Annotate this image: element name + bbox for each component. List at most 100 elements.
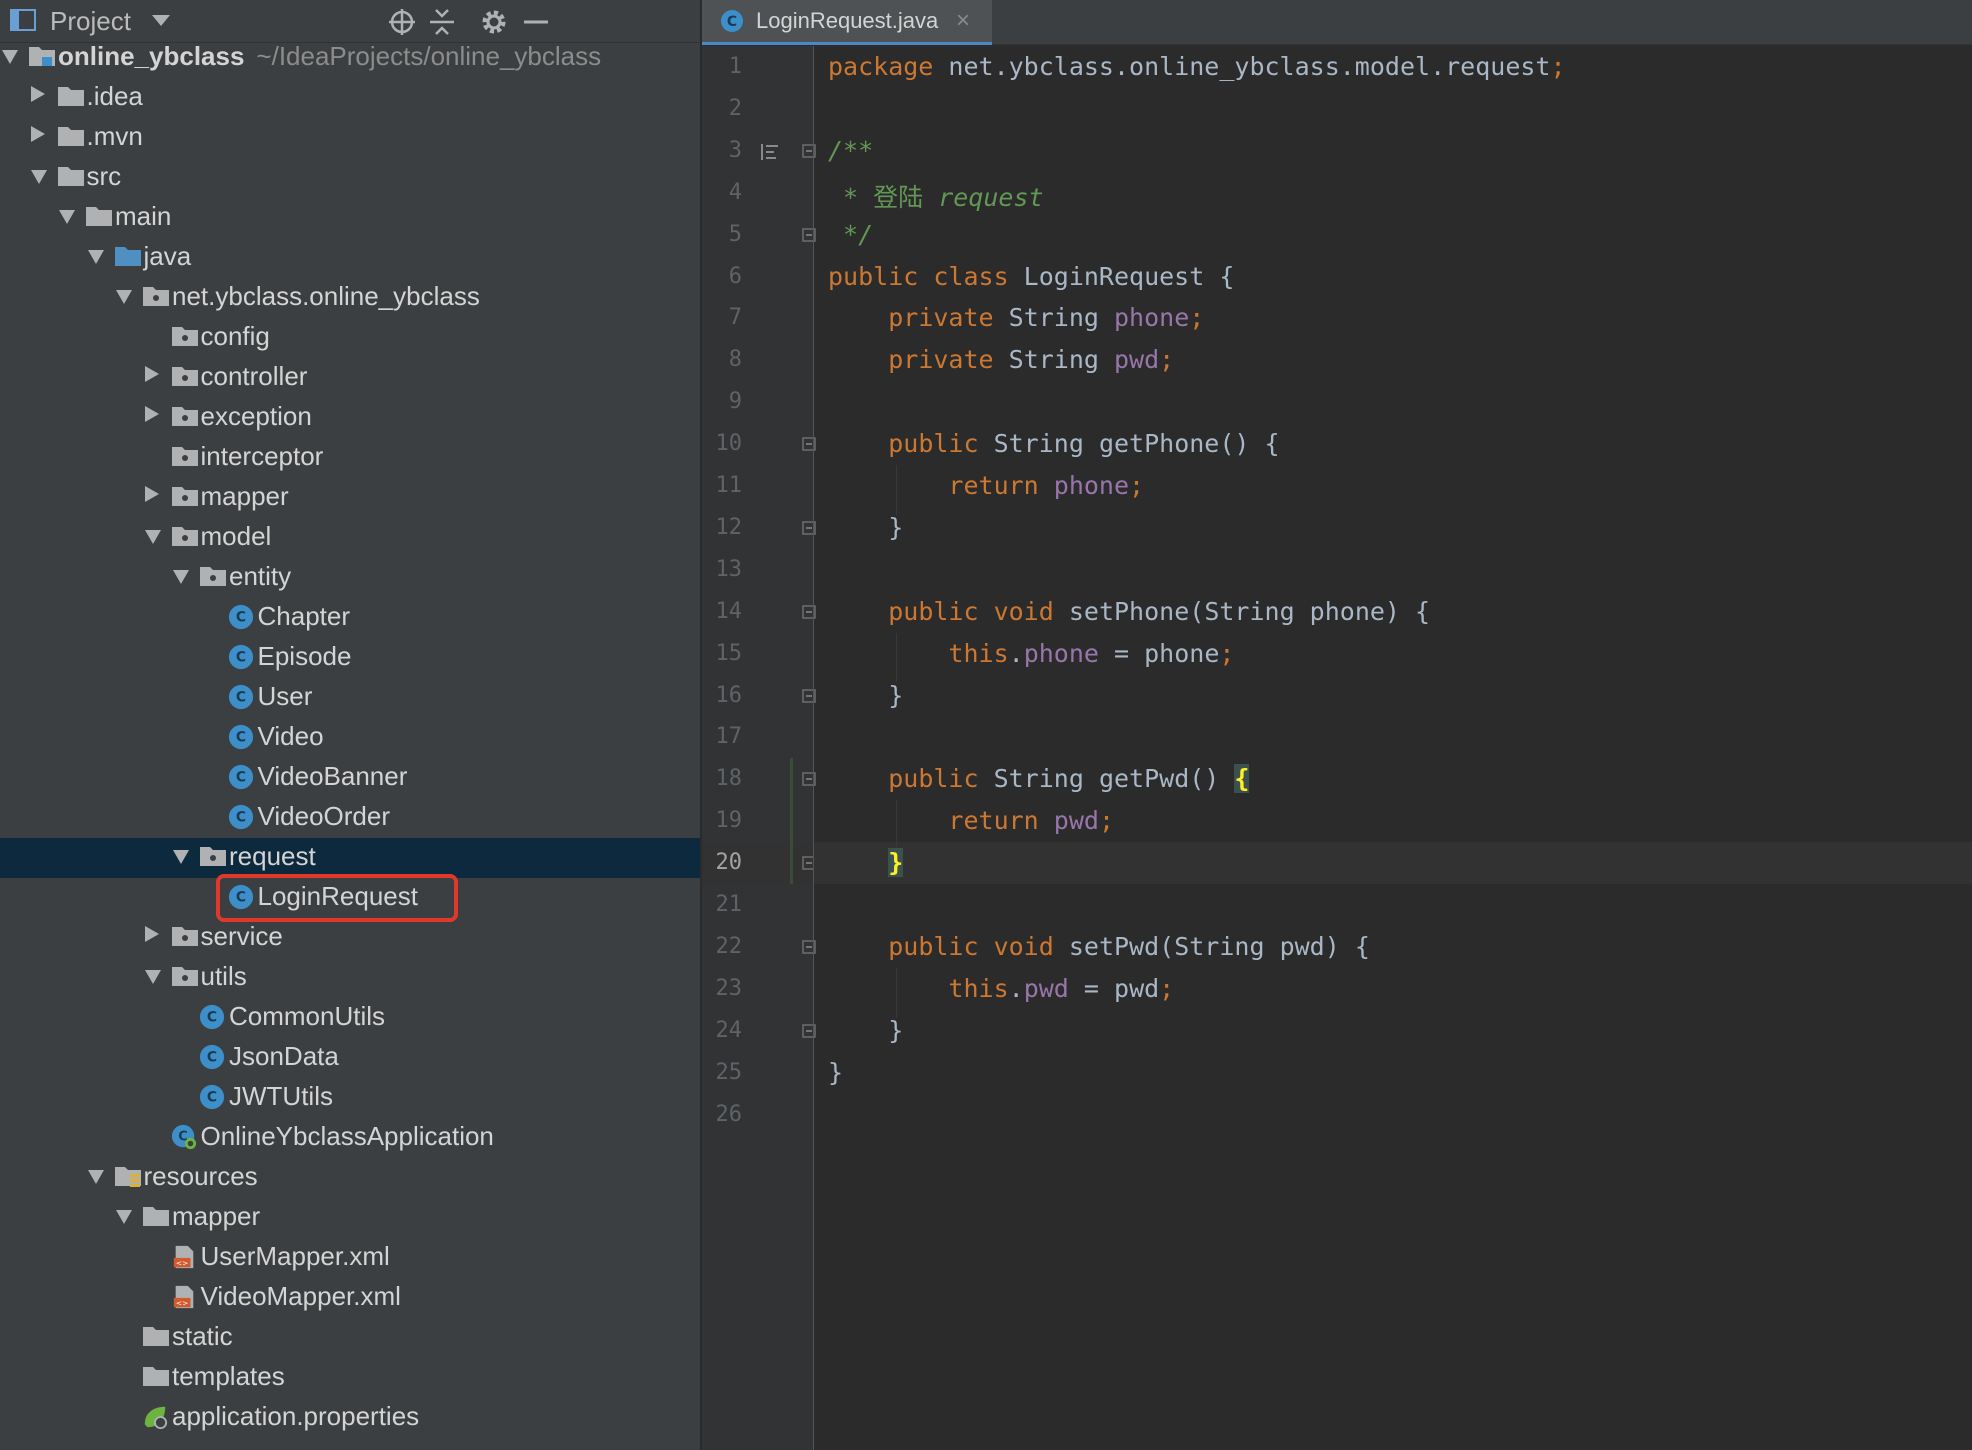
- tree-item-service[interactable]: service: [0, 918, 700, 958]
- line-number[interactable]: 16: [698, 683, 743, 708]
- code-line[interactable]: public void setPwd(String pwd) {: [828, 932, 1370, 961]
- tree-item-entity[interactable]: entity: [0, 558, 700, 598]
- tree-item-model[interactable]: model: [0, 518, 700, 558]
- chevron-down-icon[interactable]: [173, 850, 189, 864]
- tree-item-commonutils[interactable]: C CommonUtils: [0, 998, 700, 1038]
- line-number[interactable]: 3: [698, 138, 742, 163]
- line-number[interactable]: 25: [698, 1060, 743, 1085]
- gear-icon[interactable]: [478, 6, 510, 38]
- tree-item-mapper[interactable]: mapper: [0, 478, 700, 518]
- line-number[interactable]: 2: [698, 96, 742, 121]
- tree-item-jwtutils[interactable]: C JWTUtils: [0, 1078, 700, 1118]
- tree-item-controller[interactable]: controller: [0, 358, 700, 398]
- code-line[interactable]: private String phone;: [828, 303, 1204, 332]
- line-number[interactable]: 4: [698, 180, 742, 205]
- code-line[interactable]: public class LoginRequest {: [828, 262, 1234, 291]
- tree-item-utils[interactable]: utils: [0, 958, 700, 998]
- code-line[interactable]: }: [828, 1016, 903, 1045]
- line-number[interactable]: 6: [698, 264, 742, 289]
- tree-item--idea[interactable]: .idea: [0, 78, 700, 118]
- code-line[interactable]: }: [828, 681, 903, 710]
- minimize-icon[interactable]: [520, 6, 552, 38]
- line-number[interactable]: 8: [698, 347, 742, 372]
- tree-item-onlineybclassapplication[interactable]: C OnlineYbclassApplication: [0, 1118, 700, 1158]
- tree-item-videoorder[interactable]: C VideoOrder: [0, 798, 700, 838]
- tree-item--mvn[interactable]: .mvn: [0, 118, 700, 158]
- project-view-title[interactable]: Project: [50, 6, 131, 37]
- code-line[interactable]: public void setPhone(String phone) {: [828, 597, 1430, 626]
- line-number[interactable]: 24: [698, 1018, 743, 1043]
- tree-item-src[interactable]: src: [0, 158, 700, 198]
- tree-item-usermapper-xml[interactable]: <> UserMapper.xml: [0, 1238, 700, 1278]
- line-number[interactable]: 26: [698, 1102, 743, 1127]
- code-line[interactable]: this.pwd = pwd;: [828, 974, 1174, 1003]
- chevron-down-icon[interactable]: [30, 170, 47, 184]
- chevron-right-icon[interactable]: [144, 406, 159, 422]
- line-number[interactable]: 23: [698, 976, 743, 1001]
- collapse-all-icon[interactable]: [426, 6, 458, 38]
- code-line[interactable]: * 登陆 request: [828, 178, 1044, 214]
- chevron-right-icon[interactable]: [144, 926, 159, 942]
- tree-item-episode[interactable]: C Episode: [0, 638, 700, 678]
- project-view-icon[interactable]: [10, 8, 36, 32]
- code-line[interactable]: /**: [828, 136, 873, 165]
- tree-item-java[interactable]: java: [0, 238, 700, 278]
- chevron-down-icon[interactable]: [144, 970, 161, 984]
- tree-item-resources[interactable]: resources: [0, 1158, 700, 1198]
- tree-item-user[interactable]: C User: [0, 678, 700, 718]
- render-doc-icon[interactable]: [760, 142, 780, 162]
- code-line[interactable]: }: [828, 513, 903, 542]
- line-number[interactable]: 1: [698, 54, 742, 79]
- tree-item-config[interactable]: config: [0, 318, 700, 358]
- code-line[interactable]: package net.ybclass.online_ybclass.model…: [828, 52, 1566, 81]
- code-line[interactable]: return phone;: [828, 471, 1144, 500]
- tree-item-online-ybclass[interactable]: online_ybclass ~/IdeaProjects/online_ybcl…: [0, 38, 700, 78]
- tree-item-net-ybclass-online-ybclass[interactable]: net.ybclass.online_ybclass: [0, 278, 700, 318]
- line-number[interactable]: 11: [698, 473, 743, 498]
- tree-item-videobanner[interactable]: C VideoBanner: [0, 758, 700, 798]
- code-line[interactable]: public String getPhone() {: [828, 429, 1279, 458]
- chevron-right-icon[interactable]: [144, 486, 159, 502]
- line-number[interactable]: 18: [698, 766, 743, 791]
- line-number[interactable]: 13: [698, 557, 743, 582]
- vcs-change-marker[interactable]: [790, 758, 793, 884]
- code-line[interactable]: return pwd;: [828, 806, 1114, 835]
- line-number[interactable]: 14: [698, 599, 743, 624]
- chevron-down-icon[interactable]: [2, 50, 18, 64]
- line-number[interactable]: 21: [698, 892, 743, 917]
- locate-icon[interactable]: [386, 6, 418, 38]
- line-number[interactable]: 20: [698, 850, 743, 875]
- tree-item-static[interactable]: static: [0, 1318, 700, 1358]
- line-number[interactable]: 17: [698, 724, 743, 749]
- chevron-down-icon[interactable]: [59, 210, 75, 224]
- chevron-down-icon[interactable]: [87, 250, 104, 264]
- line-number[interactable]: 5: [698, 222, 742, 247]
- chevron-down-icon[interactable]: [87, 1170, 104, 1184]
- tree-item-request[interactable]: request: [0, 838, 700, 878]
- tree-item-jsondata[interactable]: C JsonData: [0, 1038, 700, 1078]
- code-line[interactable]: }: [828, 848, 904, 878]
- code-line[interactable]: */: [828, 220, 873, 249]
- tree-item-mapper[interactable]: mapper: [0, 1198, 700, 1238]
- line-number[interactable]: 7: [698, 305, 742, 330]
- code-area[interactable]: package net.ybclass.online_ybclass.model…: [814, 46, 1972, 1450]
- close-icon[interactable]: ×: [956, 7, 970, 35]
- tree-item-videomapper-xml[interactable]: <> VideoMapper.xml: [0, 1278, 700, 1318]
- tab-loginrequest-java[interactable]: C LoginRequest.java ×: [702, 0, 992, 45]
- line-number[interactable]: 9: [698, 389, 742, 414]
- chevron-down-icon[interactable]: [116, 1210, 132, 1224]
- chevron-down-icon[interactable]: [116, 290, 132, 304]
- tree-item-chapter[interactable]: C Chapter: [0, 598, 700, 638]
- code-line[interactable]: this.phone = phone;: [828, 639, 1234, 668]
- chevron-down-icon[interactable]: [144, 530, 161, 544]
- line-number[interactable]: 12: [698, 515, 743, 540]
- code-line[interactable]: }: [828, 1058, 843, 1087]
- tree-item-exception[interactable]: exception: [0, 398, 700, 438]
- tree-item-interceptor[interactable]: interceptor: [0, 438, 700, 478]
- line-number[interactable]: 15: [698, 641, 743, 666]
- chevron-down-icon[interactable]: [173, 570, 189, 584]
- tree-item-application-properties[interactable]: application.properties: [0, 1398, 700, 1438]
- chevron-down-icon[interactable]: [152, 15, 170, 26]
- code-line[interactable]: private String pwd;: [828, 345, 1174, 374]
- chevron-right-icon[interactable]: [144, 366, 159, 382]
